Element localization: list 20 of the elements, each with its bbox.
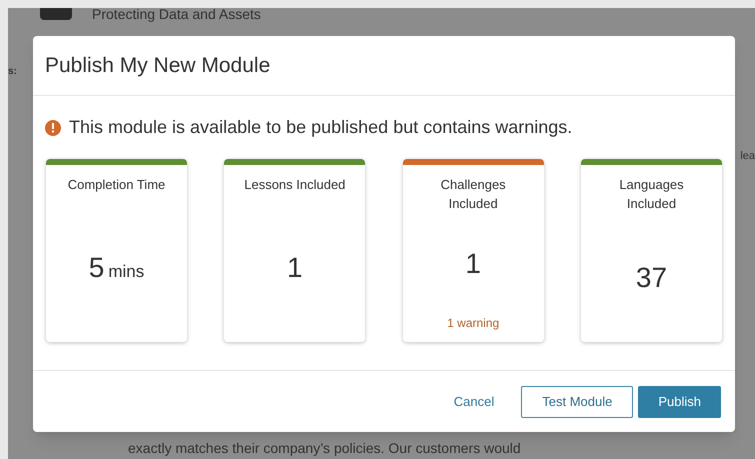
card-label: Lessons Included (244, 176, 346, 194)
warning-count: 1 warning (447, 315, 500, 332)
card-label: Challenges Included (440, 176, 507, 213)
dialog-button[interactable]: Test Module (521, 386, 634, 418)
warning-message: This module is available to be published but contains warnings. (69, 116, 572, 139)
dialog-title: Publish My New Module (45, 52, 270, 79)
dialog-button[interactable]: Publish (638, 386, 721, 418)
logo-icon (40, 8, 72, 20)
side-text: lea (740, 149, 755, 164)
card-label: Completion Time (68, 176, 166, 194)
card-value: 1 (465, 250, 481, 278)
card-value: 37 (636, 264, 668, 292)
field-label: s: (8, 65, 17, 79)
card-value: 5 mins (88, 254, 144, 282)
page-subtitle: Protecting Data and Assets (92, 8, 261, 20)
cancel-link[interactable]: Cancel (442, 386, 506, 418)
warning-icon (45, 120, 61, 136)
card-value: 1 (287, 254, 303, 282)
card-label: Languages Included (618, 176, 685, 213)
body-text: exactly matches their company’s policies. Our customers would (128, 439, 521, 458)
